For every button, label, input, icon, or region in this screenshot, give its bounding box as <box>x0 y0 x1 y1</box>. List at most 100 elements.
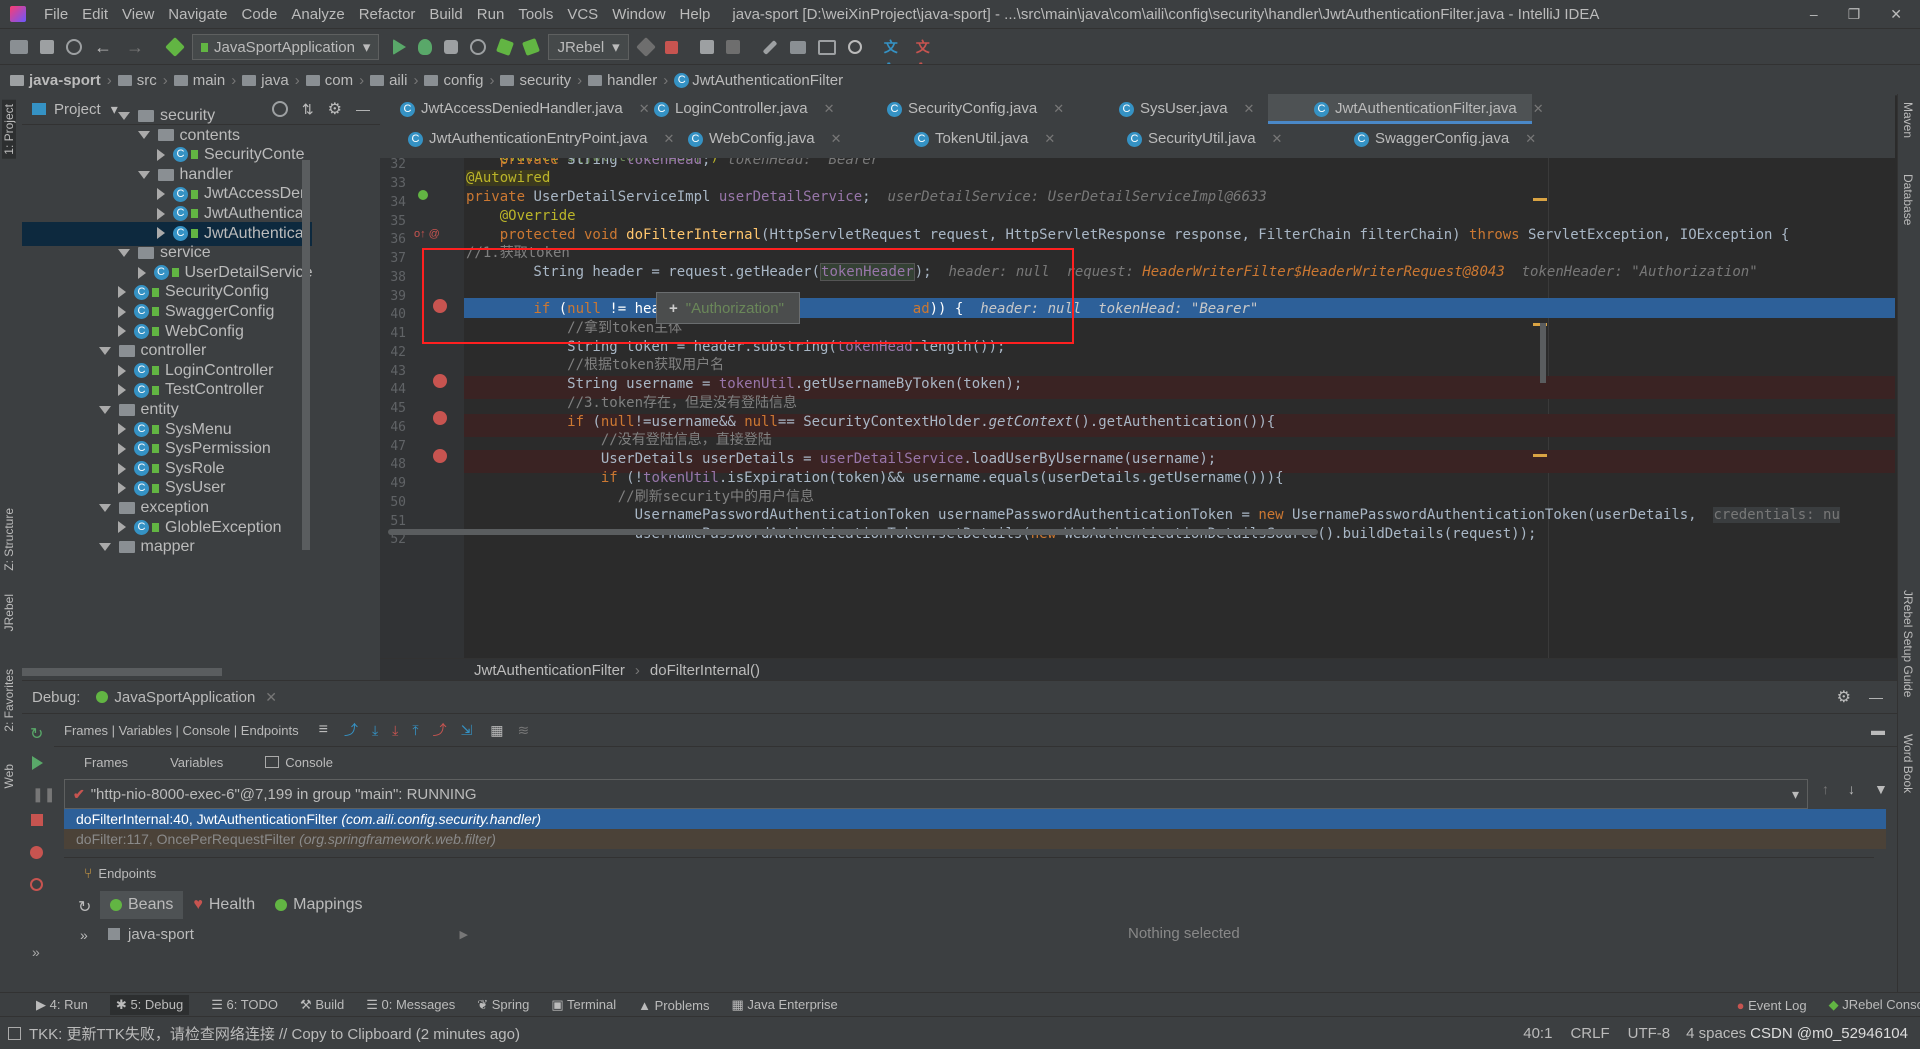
breakpoint-icon[interactable] <box>433 449 447 463</box>
evaluate-icon[interactable]: ▦ <box>490 722 503 739</box>
force-step-into-icon[interactable]: ⤒ <box>412 722 418 739</box>
close-tab-icon[interactable]: ✕ <box>1044 131 1055 146</box>
terminal-tool-button[interactable]: ▣ Terminal <box>551 997 616 1013</box>
gear-icon[interactable]: ⚙ <box>328 99 342 119</box>
indent-setting[interactable]: 4 spaces <box>1686 1025 1746 1042</box>
wrench-icon[interactable] <box>762 39 778 55</box>
chevron-down-icon[interactable] <box>98 346 111 355</box>
step-into-icon[interactable]: ⤓ <box>392 722 398 739</box>
stop-icon[interactable] <box>31 814 43 826</box>
chevron-right-icon[interactable] <box>118 325 126 338</box>
chevron-right-icon[interactable] <box>118 521 126 534</box>
jrebel-run-icon[interactable] <box>496 38 515 56</box>
status-message[interactable]: TKK: 更新TTK失败，请检查网络连接 // Copy to Clipboar… <box>29 1023 520 1044</box>
editor-gutter[interactable]: 3132333435363738394041424344454647484950… <box>380 158 464 658</box>
debug-session-tab[interactable]: JavaSportApplication <box>114 689 255 706</box>
caret-position[interactable]: 40:1 <box>1523 1025 1552 1042</box>
code-editor[interactable]: 3132333435363738394041424344454647484950… <box>380 158 1895 658</box>
resume-icon[interactable] <box>32 756 43 770</box>
favorites-tool-button[interactable]: 2: Favorites <box>2 669 16 732</box>
editor-tab[interactable]: C JwtAccessDeniedHandler.java ✕ <box>400 94 650 124</box>
profile-icon[interactable] <box>470 39 487 55</box>
hide-pane-icon[interactable]: — <box>1869 689 1883 705</box>
jrebel-debug-icon[interactable] <box>522 38 541 56</box>
editor-horizontal-scrollbar[interactable] <box>388 529 1318 535</box>
chevron-right-icon[interactable] <box>118 462 126 475</box>
chevron-down-icon[interactable] <box>137 170 150 179</box>
sync-icon[interactable] <box>66 39 82 55</box>
debug-layout-tabs[interactable]: Frames | Variables | Console | Endpoints <box>64 723 299 738</box>
minimize-button[interactable]: – <box>1810 6 1818 22</box>
word-book-tool-button[interactable]: Word Book <box>1901 734 1915 793</box>
more-icon[interactable]: » <box>80 927 88 943</box>
spring-tool-button[interactable]: ❦ Spring <box>477 997 529 1013</box>
tab-variables[interactable]: Variables <box>170 755 223 770</box>
module-row[interactable]: java-sport ▶ <box>108 921 468 947</box>
build-hammer-icon[interactable] <box>165 37 185 57</box>
chevron-down-icon[interactable] <box>98 405 111 414</box>
save-icon[interactable] <box>40 40 54 54</box>
more-icon[interactable]: » <box>32 944 40 960</box>
translate-replace-icon[interactable]: 文A <box>916 37 936 75</box>
rerun-icon[interactable]: ↻ <box>30 724 43 744</box>
next-frame-icon[interactable]: ↓ <box>1848 781 1855 797</box>
chevron-right-icon[interactable] <box>157 207 165 220</box>
menu-run[interactable]: Run <box>477 6 505 23</box>
close-tab-icon[interactable]: ✕ <box>663 131 674 146</box>
chevron-down-icon[interactable] <box>98 542 111 551</box>
pause-icon[interactable]: ❚❚ <box>32 786 55 803</box>
editor-tab[interactable]: C SecurityConfig.java ✕ <box>887 94 1064 124</box>
menu-view[interactable]: View <box>122 6 154 23</box>
run-icon[interactable] <box>393 39 407 55</box>
event-log-tool-button[interactable]: ● Event Log <box>1737 998 1807 1013</box>
coverage-icon[interactable] <box>444 40 459 54</box>
attach-icon[interactable] <box>635 37 656 57</box>
menu-navigate[interactable]: Navigate <box>168 6 227 23</box>
restore-button[interactable]: ❐ <box>1848 6 1861 23</box>
editor-tab[interactable]: C TokenUtil.java ✕ <box>914 124 1055 154</box>
step-out-icon[interactable]: ⤴ <box>433 720 447 740</box>
project-structure-icon[interactable] <box>789 40 806 54</box>
editor-tab[interactable]: C SecurityUtil.java ✕ <box>1127 124 1282 154</box>
run-config-select[interactable]: JavaSportApplication ▾ <box>192 34 380 60</box>
override-gutter-icon[interactable]: o↑ @ <box>414 228 440 240</box>
close-tab-icon[interactable]: ✕ <box>1244 101 1255 116</box>
close-icon[interactable]: ✕ <box>265 689 277 706</box>
structure-tool-button[interactable]: Z: Structure <box>2 508 16 571</box>
chevron-right-icon[interactable] <box>118 384 126 397</box>
translate-icon[interactable]: 文A <box>884 37 904 75</box>
chevron-right-icon[interactable] <box>157 188 165 201</box>
close-tab-icon[interactable]: ✕ <box>1533 101 1544 116</box>
breadcrumb-item[interactable]: C JwtAuthenticationFilter <box>674 72 843 89</box>
chevron-down-icon[interactable] <box>118 248 130 257</box>
breadcrumb-item[interactable]: main <box>173 72 225 89</box>
menu-file[interactable]: File <box>44 6 68 23</box>
breakpoint-icon[interactable] <box>433 411 447 425</box>
chevron-down-icon[interactable] <box>137 131 150 140</box>
line-separator[interactable]: CRLF <box>1570 1025 1609 1042</box>
chevron-right-icon[interactable] <box>137 266 146 279</box>
breadcrumb-item[interactable]: src <box>117 72 157 89</box>
thread-select[interactable]: ✔ "http-nio-8000-exec-6"@7,199 in group … <box>64 779 1808 809</box>
breadcrumb-item[interactable]: config <box>424 72 483 89</box>
chevron-right-icon[interactable] <box>118 305 126 318</box>
messages-tool-button[interactable]: ☰ 0: Messages <box>366 997 455 1013</box>
forward-arrow-icon[interactable]: → <box>126 37 146 57</box>
breakpoint-icon[interactable] <box>433 374 447 388</box>
method-crumb[interactable]: doFilterInternal() <box>650 662 760 679</box>
chevron-right-icon[interactable] <box>118 482 126 495</box>
jrebel-select[interactable]: JRebel ▾ <box>548 34 629 60</box>
open-folder-icon[interactable] <box>10 40 28 54</box>
trace-icon[interactable]: ≋ <box>518 722 530 739</box>
breadcrumb-item[interactable]: java-sport <box>10 72 101 89</box>
tab-health[interactable]: ♥ Health <box>183 891 265 919</box>
breadcrumb-item[interactable]: handler <box>588 72 657 89</box>
chevron-right-icon[interactable] <box>157 148 165 161</box>
editor-tab[interactable]: C JwtAuthenticationEntryPoint.java ✕ <box>408 124 674 154</box>
back-arrow-icon[interactable]: ← <box>94 37 114 57</box>
menu-build[interactable]: Build <box>429 6 462 23</box>
maven-tool-button[interactable]: Maven <box>1901 102 1915 138</box>
close-tab-icon[interactable]: ✕ <box>1053 101 1064 116</box>
view-breakpoints-icon[interactable] <box>30 846 43 859</box>
frame-row[interactable]: doFilterInternal:40, JwtAuthenticationFi… <box>64 809 1886 829</box>
